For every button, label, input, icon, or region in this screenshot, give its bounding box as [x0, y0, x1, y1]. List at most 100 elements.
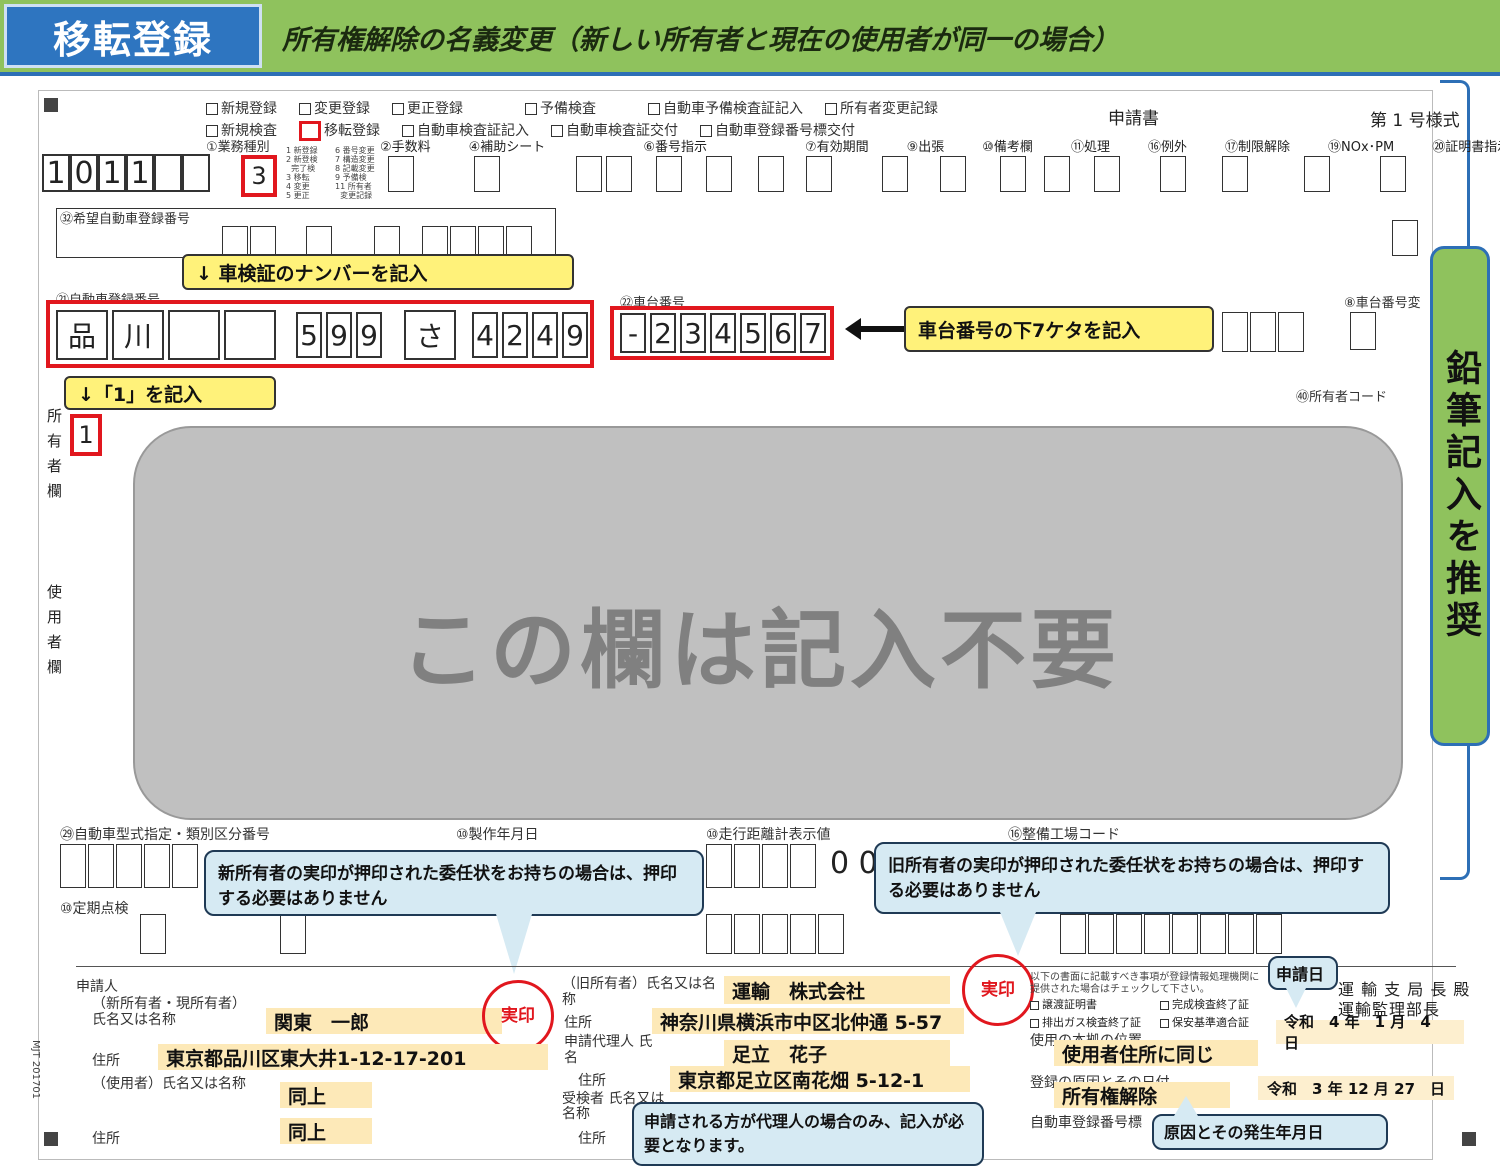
checkbox-item[interactable]: 予備検査 [525, 98, 596, 118]
certificate-box[interactable] [1380, 156, 1406, 192]
process-box[interactable] [1094, 156, 1120, 192]
plate-char[interactable]: 品 [56, 310, 108, 360]
agent-address-label: 住所 [578, 1073, 606, 1089]
exception-box[interactable] [1160, 156, 1186, 192]
old-owner-name[interactable]: 運輸 株式会社 [724, 976, 950, 1004]
hope-number-label: ㉜希望自動車登録番号 [60, 212, 191, 227]
number-box[interactable] [656, 156, 682, 192]
agent-name[interactable]: 足立 花子 [724, 1040, 950, 1066]
hope-box[interactable] [506, 226, 532, 256]
new-owner-address[interactable]: 東京都品川区東大井1-12-17-201 [158, 1044, 548, 1070]
box[interactable] [1350, 312, 1376, 350]
number-box[interactable] [576, 156, 602, 192]
old-owner-note-tail [1000, 912, 1036, 956]
certificate-box-2[interactable] [1392, 220, 1418, 256]
process-box[interactable] [1044, 156, 1070, 192]
corner-marker [44, 98, 58, 112]
plate-digit[interactable]: 4 [472, 312, 498, 358]
side-code: MJT 201701 [30, 1040, 41, 1100]
user-address[interactable]: 同上 [280, 1118, 372, 1144]
date-note: 申請日 [1268, 956, 1338, 990]
checkbox-area: 新規登録 変更登録 更正登録 予備検査 自動車予備検査証記入 所有者変更記録 新… [206, 98, 1106, 141]
trip-box[interactable] [882, 156, 908, 192]
agent-note: 申請される方が代理人の場合のみ、記入が必要となります。 [632, 1102, 984, 1166]
aux-sheet-box[interactable] [474, 156, 500, 192]
owner-type-input[interactable]: 1 [70, 414, 102, 456]
location-value[interactable]: 使用者住所に同じ [1054, 1040, 1258, 1066]
hope-box[interactable] [478, 226, 504, 256]
plate-char[interactable]: 川 [112, 310, 164, 360]
doc-checks: 譲渡証明書 完成検査終了証 排出ガス検査終了証 保安基準適合証 [1030, 996, 1280, 1030]
doc-check[interactable]: 完成検査終了証 [1160, 996, 1280, 1012]
hope-box[interactable] [222, 226, 248, 256]
chassis-digit[interactable]: 4 [710, 313, 736, 353]
agent-label: 申請代理人 氏名 [564, 1034, 653, 1066]
agent-address[interactable]: 東京都足立区南花畑 5-12-1 [670, 1066, 970, 1092]
owner-code-label: ㊵所有者コード [1296, 390, 1388, 405]
old-owner-note: 旧所有者の実印が押印された委任状をお持ちの場合は、押印する必要はありません [874, 842, 1390, 914]
field-headers: ②手数料 ④補助シート ⑥番号指示 ⑦有効期間 ⑨出張 ⑩備考欄 ⑪処理 ⑯例外… [380, 140, 1500, 155]
checkbox-item[interactable]: 所有者変更記録 [825, 98, 938, 118]
chassis-digit[interactable]: - [620, 313, 646, 353]
plate-char[interactable]: さ [404, 310, 456, 360]
checkbox-item[interactable]: 更正登録 [392, 98, 463, 118]
chassis-note: 車台番号の下7ケタを記入 [904, 306, 1214, 352]
hope-box[interactable] [422, 226, 448, 256]
plate-char[interactable] [168, 310, 220, 360]
business-type-input[interactable]: 3 [241, 155, 277, 197]
remark-box[interactable] [940, 156, 966, 192]
chassis-digit[interactable]: 2 [650, 313, 676, 353]
hope-box[interactable] [374, 226, 400, 256]
hope-box[interactable] [450, 226, 476, 256]
plate-digit[interactable]: 9 [562, 312, 588, 358]
plate-digit[interactable]: 9 [356, 312, 382, 358]
user-name[interactable]: 同上 [280, 1082, 372, 1108]
remark-box[interactable] [1000, 156, 1026, 192]
date-boxes [706, 914, 846, 954]
chassis-digit[interactable]: 7 [800, 313, 826, 353]
hope-box[interactable] [250, 226, 276, 256]
fee-box[interactable] [388, 156, 414, 192]
cause-value[interactable]: 所有権解除 [1054, 1082, 1230, 1108]
doc-check[interactable]: 排出ガス検査終了証 [1030, 1014, 1160, 1030]
plate-digit[interactable]: 2 [502, 312, 528, 358]
old-owner-address[interactable]: 神奈川県横浜市中区北仲通 5-57 [652, 1008, 964, 1034]
checkbox-item[interactable]: 変更登録 [299, 98, 370, 118]
chassis-digit[interactable]: 5 [740, 313, 766, 353]
plate-digit[interactable]: 5 [296, 312, 322, 358]
plate-digit[interactable]: 4 [532, 312, 558, 358]
cause-note-tail [1174, 1096, 1198, 1116]
label: ⑧車台番号変 [1344, 296, 1421, 311]
nox-box[interactable] [1304, 156, 1330, 192]
corner-marker [1462, 1132, 1476, 1146]
checkbox-item[interactable]: 自動車予備検査証記入 [648, 98, 803, 118]
plate-char[interactable] [224, 310, 276, 360]
arrow-left-icon [845, 318, 861, 340]
restriction-box[interactable] [1222, 156, 1248, 192]
number-box[interactable] [758, 156, 784, 192]
apply-date[interactable]: 令和 4 年 1 月 4 日 [1276, 1013, 1464, 1052]
divider [76, 966, 1456, 967]
business-type-label: ①業務種別 [206, 140, 270, 155]
periodic-box[interactable] [140, 914, 166, 954]
corner-marker [44, 1132, 58, 1146]
plate-digit[interactable]: 9 [326, 312, 352, 358]
manufacture-label: ⑩製作年月日 [456, 827, 539, 843]
checkbox-item-transfer[interactable]: 移転登録 [299, 120, 380, 141]
banner-tag: 移転登録 [4, 4, 262, 68]
validity-box[interactable] [806, 156, 832, 192]
odometer-label: ⑩走行距離計表示値 [706, 827, 831, 843]
chassis-digit[interactable]: 6 [770, 313, 796, 353]
doc-check[interactable]: 保安基準適合証 [1160, 1014, 1280, 1030]
new-owner-name[interactable]: 関東 一郎 [266, 1008, 502, 1034]
doc-check[interactable]: 譲渡証明書 [1030, 996, 1160, 1012]
number-box[interactable] [606, 156, 632, 192]
cause-date[interactable]: 令和 3 年 12 月 27 日 [1258, 1076, 1454, 1100]
box[interactable] [280, 914, 306, 954]
hope-box[interactable] [306, 226, 332, 256]
chassis-digit[interactable]: 3 [680, 313, 706, 353]
checkbox-item[interactable]: 新規登録 [206, 98, 277, 118]
number-box[interactable] [706, 156, 732, 192]
old-owner-stamp: 実印 [962, 954, 1034, 1026]
chassis-extra-boxes [1222, 312, 1306, 352]
